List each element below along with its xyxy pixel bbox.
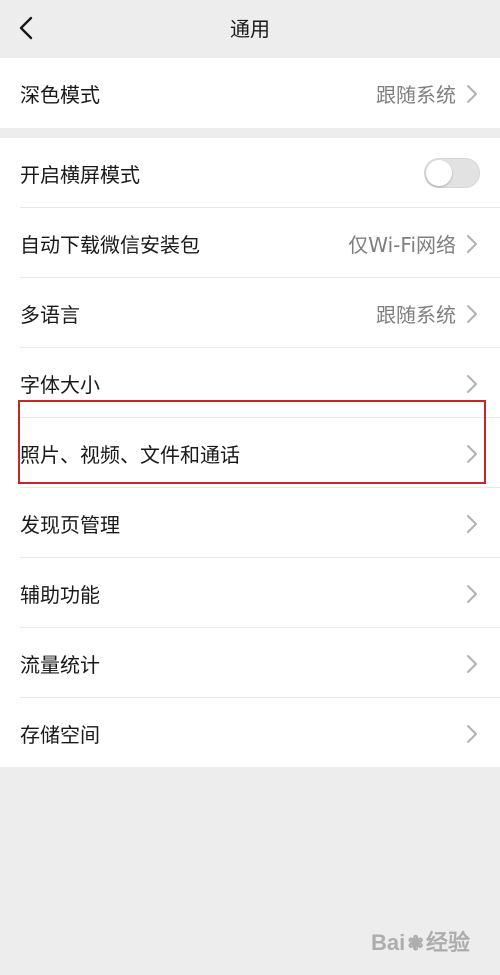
row-label: 字体大小 xyxy=(20,372,100,397)
settings-row-storage[interactable]: 存储空间 xyxy=(0,698,500,768)
watermark-suffix: 经验 xyxy=(425,930,470,955)
chevron-right-icon xyxy=(467,445,477,463)
chevron-right-icon xyxy=(467,375,477,393)
settings-row-auto-download[interactable]: 自动下载微信安装包 仅Wi-Fi网络 xyxy=(0,208,500,278)
row-value: 仅Wi-Fi网络 xyxy=(348,232,456,257)
chevron-right-icon xyxy=(467,725,477,743)
page-title: 通用 xyxy=(230,17,270,41)
landscape-toggle[interactable] xyxy=(424,158,480,188)
row-value: 跟随系统 xyxy=(376,302,456,327)
row-label: 流量统计 xyxy=(20,652,100,677)
settings-row-data-usage[interactable]: 流量统计 xyxy=(0,628,500,698)
paw-icon: ❃ xyxy=(407,933,424,955)
chevron-right-icon xyxy=(467,585,477,603)
chevron-right-icon xyxy=(467,515,477,533)
settings-row-discover[interactable]: 发现页管理 xyxy=(0,488,500,558)
watermark: Bai ❃经验 xyxy=(371,925,470,957)
settings-row-dark-mode[interactable]: 深色模式 跟随系统 xyxy=(0,58,500,128)
settings-row-media[interactable]: 照片、视频、文件和通话 xyxy=(0,418,500,488)
row-label: 开启横屏模式 xyxy=(20,162,140,187)
settings-row-language[interactable]: 多语言 跟随系统 xyxy=(0,278,500,348)
settings-row-accessibility[interactable]: 辅助功能 xyxy=(0,558,500,628)
chevron-right-icon xyxy=(467,235,477,253)
settings-group-display: 深色模式 跟随系统 xyxy=(0,58,500,128)
row-label: 存储空间 xyxy=(20,722,100,747)
row-label: 辅助功能 xyxy=(20,582,100,607)
chevron-right-icon xyxy=(467,655,477,673)
chevron-right-icon xyxy=(467,85,477,103)
toggle-knob xyxy=(426,160,452,186)
row-label: 照片、视频、文件和通话 xyxy=(20,442,240,467)
navigation-bar: 通用 xyxy=(0,0,500,58)
settings-group-general: 开启横屏模式 自动下载微信安装包 仅Wi-Fi网络 多语言 跟随系统 字体大小 … xyxy=(0,138,500,767)
row-label: 自动下载微信安装包 xyxy=(20,232,200,257)
chevron-right-icon xyxy=(467,305,477,323)
row-label: 发现页管理 xyxy=(20,512,120,537)
row-label: 多语言 xyxy=(20,302,80,327)
watermark-brand: Bai xyxy=(370,930,406,955)
settings-row-font-size[interactable]: 字体大小 xyxy=(0,348,500,418)
settings-row-landscape: 开启横屏模式 xyxy=(0,138,500,208)
row-value: 跟随系统 xyxy=(376,82,456,107)
row-label: 深色模式 xyxy=(20,82,100,107)
